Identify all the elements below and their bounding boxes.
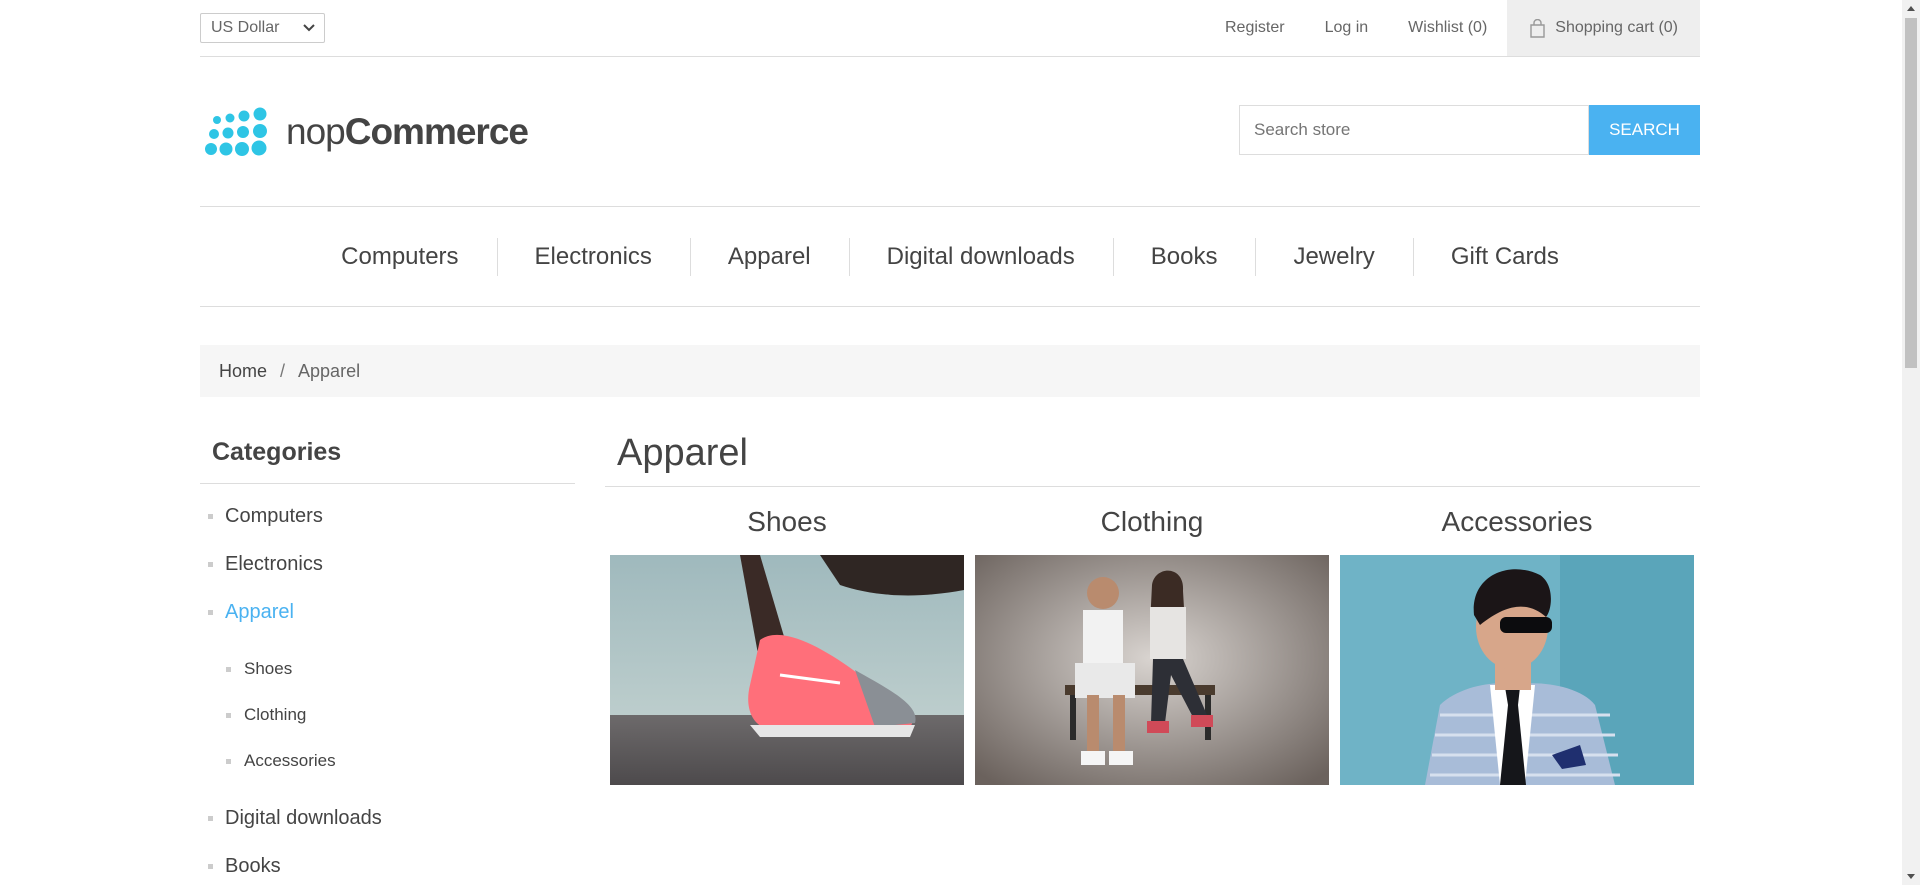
subcategory-list: Shoes Clothing Accessories [200, 636, 575, 794]
breadcrumb-current: Apparel [298, 360, 361, 381]
sidebar-title: Categories [200, 432, 575, 484]
menu-item-digital-downloads[interactable]: Digital downloads [848, 237, 1113, 276]
subcategory-title[interactable]: Shoes [610, 507, 964, 555]
scroll-down-arrow-icon[interactable] [1907, 874, 1915, 879]
logo-text-light: nop [286, 110, 346, 152]
sidebar-item-digital-downloads[interactable]: Digital downloads [200, 794, 575, 842]
shopping-cart-label: Shopping cart (0) [1555, 19, 1678, 36]
couple-photo[interactable] [975, 555, 1329, 785]
top-menu: Computers Electronics Apparel Digital do… [200, 207, 1700, 307]
categories-sidebar: Categories Computers Electronics Apparel… [200, 432, 575, 885]
scroll-up-arrow-icon[interactable] [1907, 6, 1915, 11]
chevron-down-icon [303, 24, 315, 32]
search-button[interactable]: SEARCH [1589, 105, 1700, 155]
subcategory-card-clothing[interactable]: Clothing [975, 507, 1329, 785]
main-content: Apparel Shoes Clothing Accessories [605, 432, 1700, 785]
sidebar-subitem-shoes[interactable]: Shoes [200, 646, 575, 692]
search-box: SEARCH [1239, 105, 1700, 155]
breadcrumb-home[interactable]: Home [219, 361, 267, 382]
subcategory-title[interactable]: Clothing [975, 507, 1329, 555]
clothing-image [975, 555, 1329, 785]
breadcrumb-separator: / [280, 360, 286, 381]
store-logo[interactable]: nopCommerce [202, 103, 529, 159]
category-list: Computers Electronics Apparel Shoes Clot… [200, 492, 575, 885]
subcategory-grid: Shoes Clothing Accessories [605, 507, 1700, 785]
header-main: nopCommerce SEARCH [200, 57, 1700, 207]
search-input[interactable] [1239, 105, 1589, 155]
menu-item-apparel[interactable]: Apparel [689, 237, 849, 276]
menu-item-books[interactable]: Books [1112, 237, 1256, 276]
logo-dots-icon [205, 107, 267, 156]
subcategory-group: Shoes Clothing Accessories [200, 636, 575, 794]
man-sunglasses-photo[interactable] [1340, 555, 1694, 785]
subcategory-card-accessories[interactable]: Accessories [1340, 507, 1694, 785]
top-links: Register Log in Wishlist (0) Shopping ca… [1225, 0, 1700, 56]
menu-item-computers[interactable]: Computers [303, 238, 496, 276]
currency-value: US Dollar [211, 19, 280, 36]
sidebar-item-electronics[interactable]: Electronics [200, 540, 575, 588]
sidebar-item-books[interactable]: Books [200, 842, 575, 885]
logo-text-bold: Commerce [344, 110, 529, 152]
menu-item-gift-cards[interactable]: Gift Cards [1412, 237, 1597, 276]
page-title: Apparel [605, 432, 1700, 487]
register-link[interactable]: Register [1225, 0, 1285, 56]
sidebar-item-computers[interactable]: Computers [200, 492, 575, 540]
sneaker-image [610, 555, 964, 785]
sidebar-item-apparel[interactable]: Apparel [200, 588, 575, 636]
vertical-scrollbar[interactable] [1902, 0, 1920, 885]
scrollbar-thumb[interactable] [1905, 18, 1917, 368]
wishlist-link[interactable]: Wishlist (0) [1408, 0, 1487, 56]
header-links-bar: US Dollar Register Log in Wishlist (0) S… [200, 0, 1700, 57]
logo-text: nopCommerce [286, 110, 529, 152]
menu-item-jewelry[interactable]: Jewelry [1255, 237, 1412, 276]
sidebar-subitem-accessories[interactable]: Accessories [200, 738, 575, 784]
shopping-bag-icon [1530, 18, 1545, 38]
subcategory-card-shoes[interactable]: Shoes [610, 507, 964, 785]
currency-selector[interactable]: US Dollar [200, 13, 325, 43]
sidebar-subitem-clothing[interactable]: Clothing [200, 692, 575, 738]
login-link[interactable]: Log in [1325, 0, 1369, 56]
menu-item-electronics[interactable]: Electronics [496, 237, 690, 276]
subcategory-title[interactable]: Accessories [1340, 507, 1694, 555]
sneaker-photo[interactable] [610, 555, 964, 785]
accessories-image [1340, 555, 1694, 785]
shopping-cart-link[interactable]: Shopping cart (0) [1507, 0, 1700, 56]
breadcrumb: Home / Apparel [200, 345, 1700, 397]
page: US Dollar Register Log in Wishlist (0) S… [200, 0, 1700, 877]
